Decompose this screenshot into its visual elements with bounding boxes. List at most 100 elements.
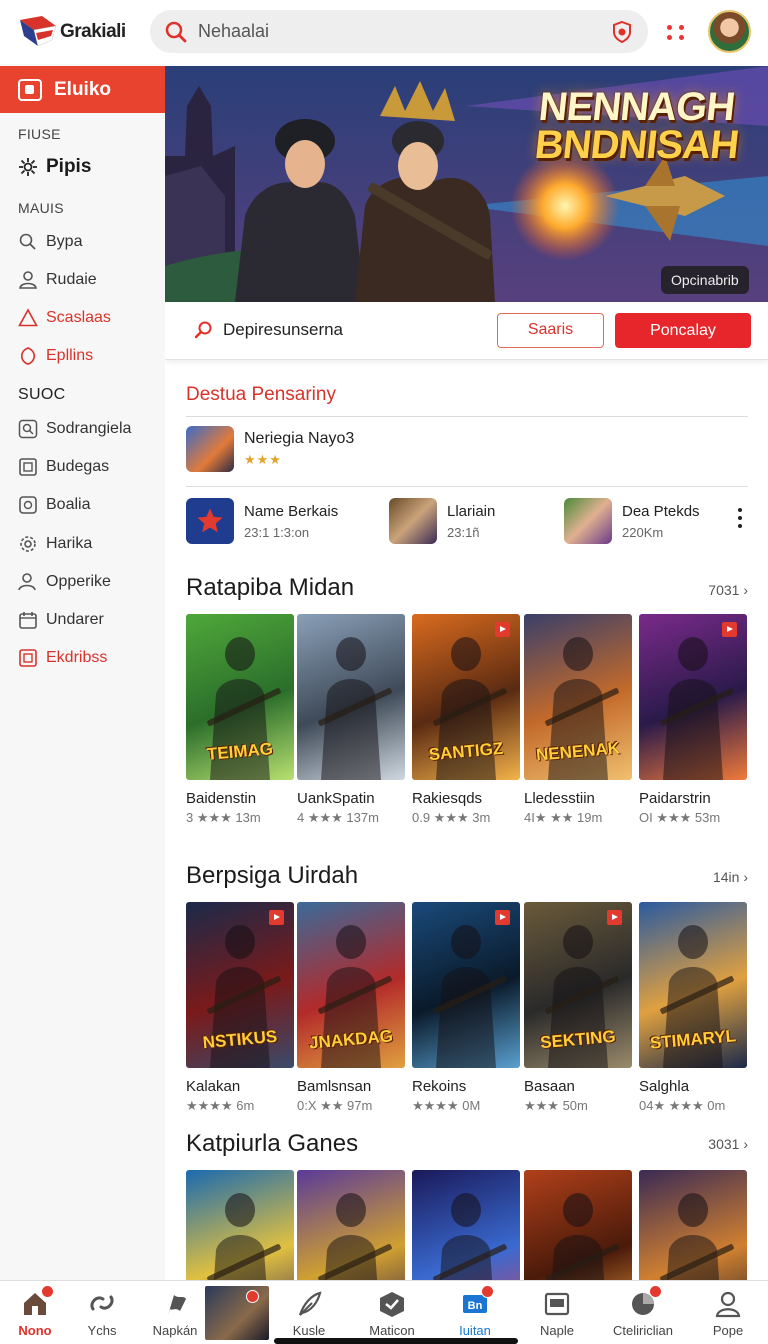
person-icon	[713, 1289, 743, 1318]
hero-action-bar: Depiresunserna Saaris Poncalay	[165, 302, 768, 360]
book-icon	[19, 458, 37, 476]
nav-item-game[interactable]	[205, 1281, 269, 1344]
nav-item-label: Nono	[18, 1323, 52, 1338]
game-card[interactable]: TEIMAG Baidenstin 3 ★★★ 13m	[186, 614, 294, 826]
game-cover-image: 9ENCEERD	[412, 1170, 520, 1280]
more-options-icon[interactable]	[664, 20, 690, 44]
nav-item-maticon[interactable]: Maticon	[357, 1281, 427, 1344]
main-content: NENNAGH BNDNISAH Opcinabrib Depiresunser…	[165, 64, 768, 1280]
sidebar-item-bypa[interactable]: Bypa	[18, 230, 82, 254]
section-see-all[interactable]: 3031 ›	[708, 1136, 748, 1152]
nav-item-label: Pope	[712, 1323, 744, 1338]
section-see-all[interactable]: 7031 ›	[708, 582, 748, 598]
game-cover-image: SEKTING	[524, 902, 632, 1068]
nav-item-napkán[interactable]: Napkán	[140, 1281, 210, 1344]
secondary-button[interactable]: Saaris	[497, 313, 604, 348]
hero-badge[interactable]: Opcinabrib	[661, 266, 749, 294]
game-card[interactable]	[524, 1170, 632, 1280]
character-art	[318, 1193, 392, 1280]
game-card[interactable]: UankSpatin 4 ★★★ 137m	[297, 614, 405, 826]
sidebar-item-sodrangiela[interactable]: Sodrangiela	[18, 417, 131, 441]
sidebar-item-label: Rudaie	[46, 271, 97, 288]
mini-game-meta: 23:1 1:3:on	[244, 524, 310, 540]
sidebar-item-label: Bypa	[46, 233, 83, 250]
game-card[interactable]: NSTIKUS Kalakan ★★★★ 6m	[186, 902, 294, 1114]
nav-item-label: Iuitan	[459, 1323, 491, 1338]
section-see-all[interactable]: 14in ›	[713, 869, 748, 885]
character-art	[545, 1193, 619, 1280]
game-card[interactable]: JNAKDAG Bamlsnsan 0:X ★★ 97m	[297, 902, 405, 1114]
sidebar-item-scaslaas[interactable]: Scaslaas	[18, 306, 111, 330]
game-card-name: Paidarstrin	[639, 790, 711, 807]
search-bar[interactable]	[150, 10, 648, 53]
game-cover-image: JNAKDAG	[297, 902, 405, 1068]
hero-banner[interactable]: NENNAGH BNDNISAH Opcinabrib	[165, 66, 768, 302]
logo-flag-icon	[20, 16, 57, 47]
game-card[interactable]: Rekoins ★★★★ 0M	[412, 902, 520, 1114]
game-card[interactable]	[639, 1170, 747, 1280]
sidebar-section-heading: FIUSE	[18, 126, 61, 142]
game-card[interactable]: Paidarstrin OI ★★★ 53m	[639, 614, 747, 826]
nav-item-ychs[interactable]: Ychs	[67, 1281, 137, 1344]
sidebar-item-label: Scaslaas	[46, 309, 111, 326]
featured-item[interactable]: Neriegia Nayo3 ★★★	[186, 426, 354, 472]
primary-button[interactable]: Poncalay	[615, 313, 751, 348]
game-card[interactable]: NENENAK Lledesstiin 4I★ ★★ 19m	[524, 614, 632, 826]
sidebar-item-budegas[interactable]: Budegas	[18, 455, 109, 479]
game-card[interactable]: 9ENCEERD	[412, 1170, 520, 1280]
spark-icon	[19, 158, 37, 176]
kebab-menu-icon[interactable]	[737, 508, 743, 530]
game-card[interactable]: SEKTING Basaan ★★★ 50m	[524, 902, 632, 1114]
game-card-meta: 4I★ ★★ 19m	[524, 810, 603, 825]
sidebar-item-ekdribss[interactable]: Ekdribss	[18, 646, 107, 670]
search-icon	[19, 233, 36, 250]
mini-game-item[interactable]: Llariain 23:1ñ	[389, 498, 495, 544]
sidebar-active-label: Eluiko	[54, 78, 112, 100]
game-card[interactable]: NEKGAD	[186, 1170, 294, 1280]
section-title: Katpiurla Ganes	[186, 1130, 359, 1157]
sidebar-item-boalia[interactable]: Boalia	[18, 493, 90, 517]
sidebar-section-heading: SUOC	[18, 386, 66, 403]
mini-game-name: Dea Ptekds	[622, 502, 700, 520]
svg-text:Bn: Bn	[468, 1300, 483, 1312]
nav-item-label: Ychs	[87, 1323, 117, 1338]
game-card[interactable]: NDNNED	[297, 1170, 405, 1280]
sidebar-item-label: Budegas	[46, 458, 110, 475]
avatar[interactable]	[708, 10, 751, 53]
home-icon	[20, 1285, 54, 1317]
mini-game-item[interactable]: Name Berkais 23:1 1:3:on	[186, 498, 338, 544]
sidebar-item-undarer[interactable]: Undarer	[18, 608, 104, 632]
sidebar-item-opperike[interactable]: Opperike	[18, 570, 111, 594]
sidebar-item-rudaie[interactable]: Rudaie	[18, 268, 97, 292]
game-card-name: Salghla	[639, 1078, 690, 1095]
logo-text: Grakiali	[60, 21, 126, 42]
nav-item-kusle[interactable]: Kusle	[274, 1281, 344, 1344]
shield-icon[interactable]	[610, 20, 634, 44]
section-title: Berpsiga Uirdah	[186, 862, 359, 889]
mini-game-name: Name Berkais	[244, 502, 339, 520]
mini-game-item[interactable]: Dea Ptekds 220Km	[564, 498, 700, 544]
game-card-meta: 04★ ★★★ 0m	[639, 1098, 726, 1113]
featured-item-name: Neriegia Nayo3	[244, 430, 355, 447]
nav-item-pope[interactable]: Pope	[693, 1281, 763, 1344]
app-logo[interactable]: Grakiali	[18, 14, 126, 50]
sidebar-item-epllins[interactable]: Epllins	[18, 344, 93, 368]
sidebar-item-harika[interactable]: Harika	[18, 532, 92, 556]
star-icon	[197, 508, 223, 533]
notification-badge	[246, 1290, 259, 1303]
nav-item-cteliriclian[interactable]: Cteliriclian	[608, 1281, 678, 1344]
nav-item-nono[interactable]: Nono	[0, 1281, 70, 1344]
game-card-meta: 4 ★★★ 137m	[297, 810, 379, 825]
sidebar-item-label: Epllins	[46, 347, 94, 364]
nav-item-iuitan[interactable]: Bn Iuitan	[440, 1281, 510, 1344]
sidebar-item-label: Pipis	[46, 156, 92, 177]
nav-item-naple[interactable]: Naple	[522, 1281, 592, 1344]
nav-item-label: Cteliriclian	[613, 1323, 673, 1338]
sidebar-item-active[interactable]: Eluiko	[0, 66, 165, 113]
game-card[interactable]: STIMARYL Salghla 04★ ★★★ 0m	[639, 902, 747, 1114]
game-card-name: Baidenstin	[186, 790, 257, 807]
game-thumbnail	[186, 426, 234, 472]
search-input[interactable]	[198, 21, 578, 42]
game-card[interactable]: SANTIGZ Rakiesqds 0.9 ★★★ 3m	[412, 614, 520, 826]
sidebar-item-featured[interactable]: Pipis	[18, 155, 91, 179]
